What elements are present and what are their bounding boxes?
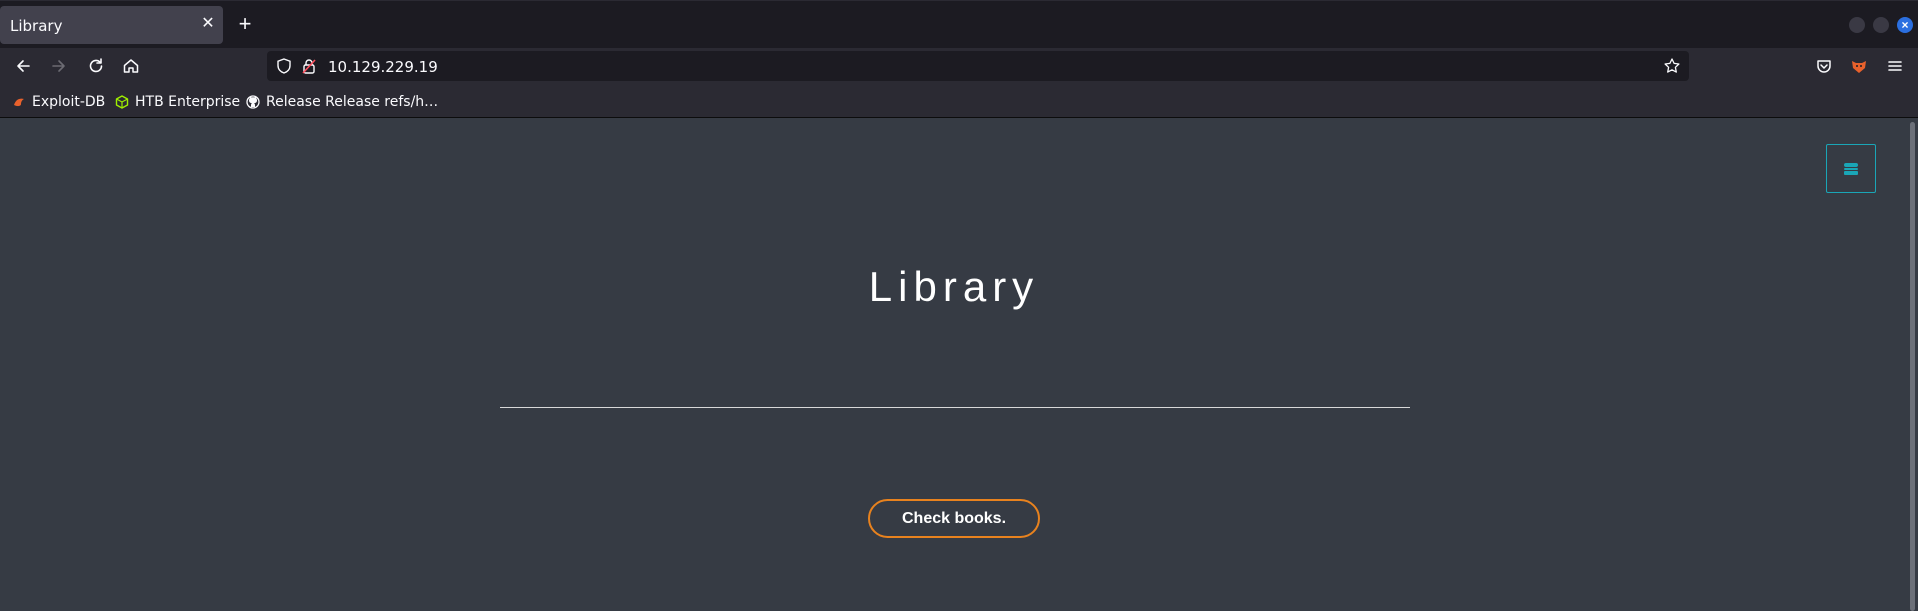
- tab-strip: Library ✕ + ×: [0, 0, 1918, 48]
- bookmark-release-refs[interactable]: Release Release refs/h…: [246, 93, 438, 111]
- tab-title: Library: [10, 17, 63, 35]
- page-content: Library Check books.: [0, 118, 1918, 611]
- bookmark-label: Release Release refs/h…: [266, 94, 439, 110]
- htb-cube-icon: [115, 95, 129, 109]
- arrow-right-icon[interactable]: [49, 56, 69, 76]
- browser-window: Library ✕ + × 10.129.229.19 Exploit-DB H…: [0, 0, 1918, 611]
- pocket-icon[interactable]: [1814, 56, 1834, 76]
- check-books-button[interactable]: Check books.: [868, 499, 1040, 538]
- github-icon: [246, 95, 260, 109]
- bookmarks-toolbar: Exploit-DB HTB Enterprise Release Releas…: [0, 84, 1918, 118]
- window-close-icon[interactable]: ×: [1897, 17, 1913, 33]
- exploitdb-icon: [12, 95, 26, 109]
- tab-library[interactable]: Library ✕: [0, 6, 223, 44]
- fox-extension-icon[interactable]: [1849, 56, 1869, 76]
- close-icon[interactable]: ✕: [198, 14, 218, 34]
- page-title: Library: [868, 263, 1040, 310]
- vertical-scrollbar[interactable]: [1910, 122, 1915, 611]
- home-icon[interactable]: [121, 56, 141, 76]
- menu-toggle-button[interactable]: [1826, 144, 1876, 193]
- url-bar[interactable]: 10.129.229.19: [267, 51, 1689, 81]
- hamburger-menu-icon[interactable]: [1885, 56, 1905, 76]
- divider: [500, 407, 1410, 408]
- arrow-left-icon[interactable]: [13, 56, 33, 76]
- bookmark-exploit-db[interactable]: Exploit-DB: [12, 93, 105, 111]
- shield-icon[interactable]: [275, 57, 293, 75]
- reload-icon[interactable]: [86, 56, 106, 76]
- bookmark-label: Exploit-DB: [32, 94, 106, 110]
- url-text[interactable]: 10.129.229.19: [328, 58, 438, 76]
- hamburger-icon: [1843, 162, 1859, 176]
- maximize-icon[interactable]: [1873, 17, 1889, 33]
- plus-icon[interactable]: +: [234, 13, 256, 35]
- navigation-toolbar: 10.129.229.19: [0, 48, 1918, 84]
- insecure-lock-icon[interactable]: [300, 57, 318, 75]
- bookmark-label: HTB Enterprise: [135, 94, 241, 110]
- star-icon[interactable]: [1663, 57, 1681, 75]
- minimize-icon[interactable]: [1849, 17, 1865, 33]
- bookmark-htb-enterprise[interactable]: HTB Enterprise: [115, 93, 240, 111]
